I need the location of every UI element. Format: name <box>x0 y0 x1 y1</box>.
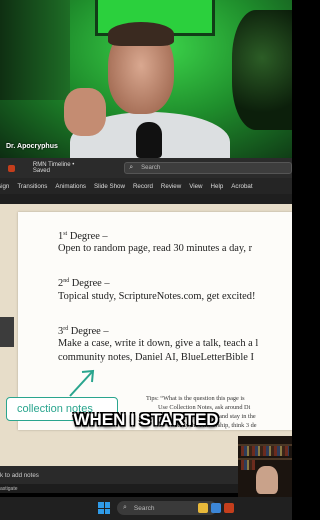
status-bar: astigate <box>0 484 238 493</box>
callout-arrow-icon <box>69 369 95 397</box>
tab-slide-show[interactable]: Slide Show <box>94 183 125 190</box>
degree-3-heading: 3rd Degree – <box>58 326 109 337</box>
tab-view[interactable]: View <box>189 183 202 190</box>
ribbon-toolbar <box>0 194 292 204</box>
notes-placeholder: k to add notes <box>0 471 39 479</box>
windows-start-icon[interactable] <box>98 502 110 514</box>
presenter-name: Dr. Apocryphus <box>6 143 58 150</box>
microphone <box>136 122 162 158</box>
app-titlebar: RMN Timeline • Saved ⌕ Search <box>0 158 292 178</box>
search-placeholder: Search <box>141 165 161 171</box>
windows-taskbar: ⌕ Search <box>0 497 292 520</box>
speaker-notes-input[interactable]: k to add notes <box>0 466 238 484</box>
webcam-feed: Dr. Apocryphus <box>0 0 292 158</box>
powerpoint-taskbar-icon[interactable] <box>224 503 234 513</box>
taskbar-search-placeholder: Search <box>133 504 155 512</box>
tab-review[interactable]: Review <box>161 183 181 190</box>
ribbon-tabs: sign Transitions Animations Slide Show R… <box>0 178 292 194</box>
slide-panel-toggle[interactable] <box>0 317 14 347</box>
tab-transitions[interactable]: Transitions <box>17 183 47 190</box>
degree-3-body-line-2: community notes, Daniel AI, BlueLetterBi… <box>58 352 254 363</box>
degree-1-body: Open to random page, read 30 minutes a d… <box>58 243 253 254</box>
degree-3-body-line-1: Make a case, write it down, give a talk,… <box>58 338 259 349</box>
books <box>241 460 255 470</box>
search-icon: ⌕ <box>123 504 127 511</box>
tips-line-1: Tips: “What is the question this page is <box>146 395 245 402</box>
wall-frame <box>0 0 70 100</box>
widget-icon[interactable] <box>198 503 208 513</box>
powerpoint-icon[interactable] <box>8 164 15 172</box>
guest-figure <box>256 466 278 494</box>
presenter-hair <box>108 22 174 46</box>
books <box>241 446 289 456</box>
tab-animations[interactable]: Animations <box>55 183 86 190</box>
degree-2-body: Topical study, ScriptureNotes.com, get e… <box>58 291 256 302</box>
guest-webcam: Gak Norrise <box>238 436 292 506</box>
tab-help[interactable]: Help <box>211 183 224 190</box>
document-title[interactable]: RMN Timeline • Saved <box>33 162 92 174</box>
app-icon[interactable] <box>211 503 221 513</box>
plant <box>232 10 292 130</box>
presenter-hand <box>64 88 106 136</box>
search-input[interactable]: ⌕ Search <box>124 162 292 174</box>
tab-design[interactable]: sign <box>0 183 9 190</box>
degree-1-heading: 1st Degree – <box>58 231 108 242</box>
status-text: astigate <box>0 485 18 492</box>
degree-2-heading: 2nd Degree – <box>58 278 110 289</box>
search-icon: ⌕ <box>129 164 134 171</box>
video-caption: WHEN I STARTED <box>73 410 219 429</box>
tab-record[interactable]: Record <box>133 183 153 190</box>
tab-acrobat[interactable]: Acrobat <box>231 183 252 190</box>
